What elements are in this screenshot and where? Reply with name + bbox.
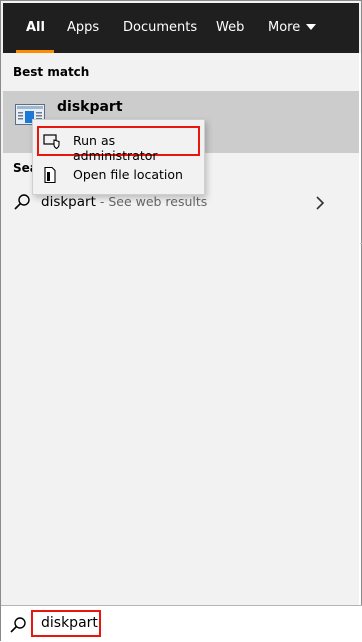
search-bar: diskpart [1,605,362,642]
tab-all[interactable]: All [26,3,45,53]
shield-admin-icon [43,134,60,150]
context-menu: Run as administrator Open file location [32,119,205,195]
run-as-administrator-menu-item[interactable]: Run as administrator [37,126,200,163]
tab-more-label: More [268,20,301,35]
tab-apps[interactable]: Apps [67,3,99,53]
magnifier-icon [14,194,30,210]
tab-web[interactable]: Web [216,3,244,53]
tab-documents[interactable]: Documents [123,3,197,53]
open-file-location-menu-item[interactable]: Open file location [33,160,204,190]
active-tab-indicator [16,50,54,53]
best-match-header: Best match [13,65,90,79]
web-result-text: diskpart - See web results [41,194,207,210]
file-icon [44,166,56,184]
search-window: All Apps Documents Web More Best match d… [0,0,362,642]
scroll-gutter [359,53,361,641]
search-input[interactable]: diskpart [31,610,101,637]
magnifier-icon [10,617,26,633]
run-as-administrator-label: Run as administrator [73,133,158,163]
web-result-term: diskpart [41,194,96,210]
caret-down-icon [306,23,317,30]
open-file-location-label: Open file location [73,167,183,182]
web-result-suffix: - See web results [95,194,208,209]
app-name: diskpart [57,99,123,115]
tab-more[interactable]: More [268,3,317,53]
search-filter-tabbar: All Apps Documents Web More [3,3,359,53]
chevron-right-icon[interactable] [315,195,325,211]
